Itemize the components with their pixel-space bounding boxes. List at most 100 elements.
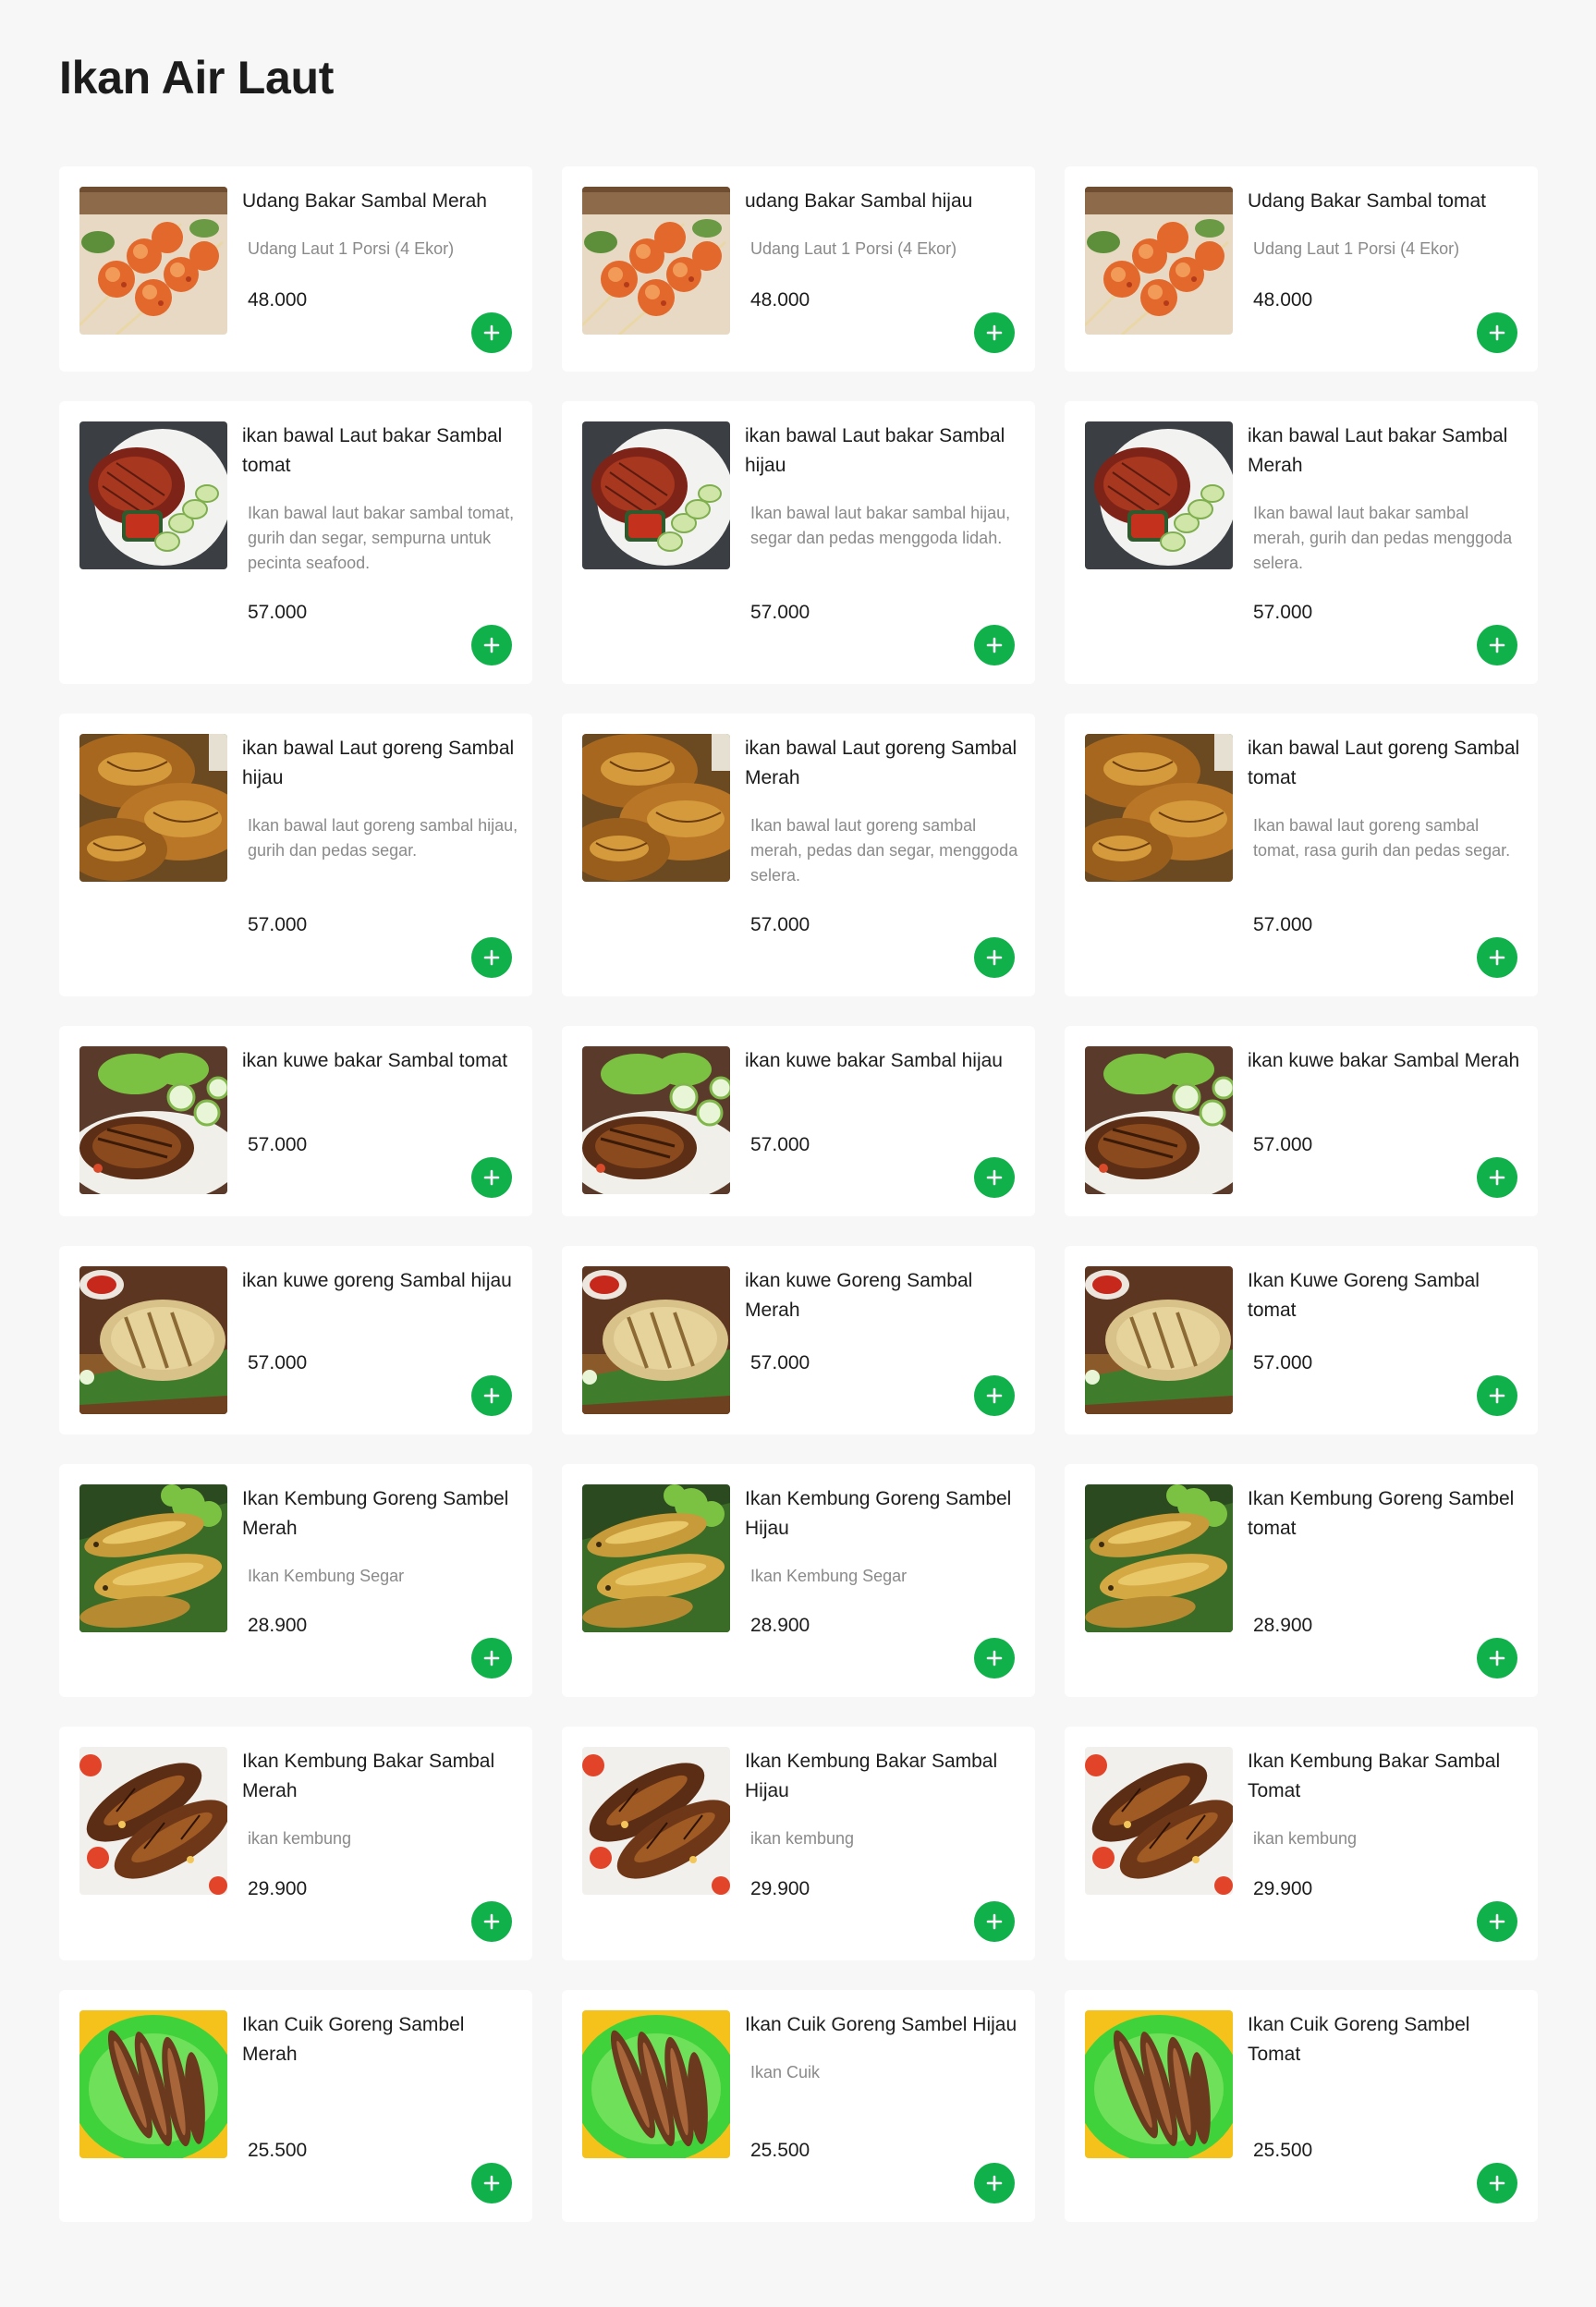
product-image[interactable]	[79, 734, 227, 882]
product-image[interactable]	[1085, 1484, 1233, 1632]
product-card[interactable]: ikan kuwe bakar Sambal Merah 57.000	[1065, 1026, 1538, 1216]
product-image[interactable]	[79, 1747, 227, 1895]
product-image[interactable]	[79, 1266, 227, 1414]
product-name: Ikan Kembung Bakar Sambal Tomat	[1248, 1751, 1501, 1801]
product-card[interactable]: Udang Bakar Sambal tomat Udang Laut 1 Po…	[1065, 166, 1538, 372]
product-card[interactable]: Ikan Kembung Bakar Sambal Tomat ikan kem…	[1065, 1727, 1538, 1960]
product-description: ikan kembung	[750, 1829, 855, 1848]
add-to-cart-button[interactable]	[471, 937, 512, 978]
product-card[interactable]: Ikan Cuik Goreng Sambel Hijau Ikan Cuik …	[562, 1990, 1035, 2222]
product-name: ikan bawal Laut bakar Sambal hijau	[745, 425, 1005, 476]
product-card[interactable]: Ikan Kembung Bakar Sambal Merah ikan kem…	[59, 1727, 532, 1960]
product-card[interactable]: Ikan Cuik Goreng Sambel Merah 25.500	[59, 1990, 532, 2222]
product-image[interactable]	[582, 1747, 730, 1895]
add-to-cart-button[interactable]	[974, 1375, 1015, 1416]
product-image[interactable]	[582, 421, 730, 569]
product-card[interactable]: ikan bawal Laut goreng Sambal hijau Ikan…	[59, 714, 532, 996]
add-to-cart-button[interactable]	[974, 625, 1015, 665]
product-price: 25.500	[1253, 2140, 1313, 2161]
product-price: 25.500	[248, 2140, 308, 2161]
add-to-cart-button[interactable]	[974, 1901, 1015, 1942]
add-to-cart-button[interactable]	[1477, 937, 1517, 978]
product-image[interactable]	[79, 2010, 227, 2158]
product-card[interactable]: Ikan Kembung Goreng Sambel Merah Ikan Ke…	[59, 1464, 532, 1697]
product-price: 29.900	[248, 1878, 308, 1899]
product-name: ikan bawal Laut goreng Sambal tomat	[1248, 738, 1520, 788]
add-to-cart-button[interactable]	[1477, 312, 1517, 353]
product-card[interactable]: ikan kuwe Goreng Sambal Merah 57.000	[562, 1246, 1035, 1434]
add-to-cart-button[interactable]	[471, 2163, 512, 2203]
product-card[interactable]: Ikan Kembung Goreng Sambel tomat 28.900	[1065, 1464, 1538, 1697]
product-image[interactable]	[1085, 734, 1233, 882]
add-to-cart-button[interactable]	[471, 1157, 512, 1198]
product-image[interactable]	[79, 187, 227, 335]
product-description: ikan kembung	[1253, 1829, 1358, 1848]
product-card[interactable]: ikan bawal Laut goreng Sambal Merah Ikan…	[562, 714, 1035, 996]
add-to-cart-button[interactable]	[974, 1638, 1015, 1678]
product-card[interactable]: udang Bakar Sambal hijau Udang Laut 1 Po…	[562, 166, 1035, 372]
product-price: 57.000	[248, 1134, 308, 1155]
product-image[interactable]	[582, 2010, 730, 2158]
product-card[interactable]: Ikan Kembung Bakar Sambal Hijau ikan kem…	[562, 1727, 1035, 1960]
product-image[interactable]	[1085, 2010, 1233, 2158]
add-to-cart-button[interactable]	[1477, 1638, 1517, 1678]
product-image[interactable]	[1085, 187, 1233, 335]
product-image[interactable]	[1085, 1266, 1233, 1414]
add-to-cart-button[interactable]	[1477, 1901, 1517, 1942]
product-price: 48.000	[750, 289, 810, 311]
product-image[interactable]	[79, 1046, 227, 1194]
product-image[interactable]	[582, 1046, 730, 1194]
product-image[interactable]	[79, 1484, 227, 1632]
product-name: Ikan Kembung Goreng Sambel Merah	[242, 1488, 509, 1539]
add-to-cart-button[interactable]	[471, 625, 512, 665]
plus-icon	[986, 1650, 1003, 1666]
product-card[interactable]: ikan bawal Laut bakar Sambal tomat Ikan …	[59, 401, 532, 684]
plus-icon	[483, 324, 500, 341]
product-card[interactable]: Ikan Kuwe Goreng Sambal tomat 57.000	[1065, 1246, 1538, 1434]
plus-icon	[1489, 324, 1505, 341]
product-card[interactable]: ikan kuwe bakar Sambal tomat 57.000	[59, 1026, 532, 1216]
product-description: ikan kembung	[248, 1829, 352, 1848]
add-to-cart-button[interactable]	[471, 312, 512, 353]
add-to-cart-button[interactable]	[974, 937, 1015, 978]
product-image[interactable]	[582, 1484, 730, 1632]
product-image[interactable]	[79, 421, 227, 569]
add-to-cart-button[interactable]	[1477, 625, 1517, 665]
add-to-cart-button[interactable]	[1477, 2163, 1517, 2203]
product-price: 57.000	[248, 602, 308, 623]
product-image[interactable]	[582, 1266, 730, 1414]
product-image[interactable]	[1085, 1747, 1233, 1895]
product-name: ikan kuwe bakar Sambal Merah	[1248, 1050, 1520, 1071]
fried-trevally-board-photo	[582, 1266, 730, 1414]
product-card[interactable]: ikan kuwe bakar Sambal hijau 57.000	[562, 1026, 1035, 1216]
add-to-cart-button[interactable]	[471, 1375, 512, 1416]
product-name: ikan bawal Laut bakar Sambal Merah	[1248, 425, 1508, 476]
shrimp-skewers-photo	[1085, 187, 1233, 335]
product-image[interactable]	[1085, 1046, 1233, 1194]
menu-page: Ikan Air Laut Udang Bakar Sambal Merah U…	[0, 0, 1596, 2222]
add-to-cart-button[interactable]	[974, 312, 1015, 353]
product-card[interactable]: ikan kuwe goreng Sambal hijau 57.000	[59, 1246, 532, 1434]
plus-icon	[1489, 2175, 1505, 2191]
add-to-cart-button[interactable]	[471, 1901, 512, 1942]
add-to-cart-button[interactable]	[471, 1638, 512, 1678]
product-card[interactable]: Ikan Cuik Goreng Sambel Tomat 25.500	[1065, 1990, 1538, 2222]
add-to-cart-button[interactable]	[974, 1157, 1015, 1198]
plus-icon	[986, 1913, 1003, 1930]
product-card[interactable]: Udang Bakar Sambal Merah Udang Laut 1 Po…	[59, 166, 532, 372]
product-price: 57.000	[1253, 914, 1313, 935]
product-card[interactable]: ikan bawal Laut bakar Sambal hijau Ikan …	[562, 401, 1035, 684]
add-to-cart-button[interactable]	[1477, 1375, 1517, 1416]
add-to-cart-button[interactable]	[1477, 1157, 1517, 1198]
product-image[interactable]	[582, 734, 730, 882]
product-card[interactable]: ikan bawal Laut goreng Sambal tomat Ikan…	[1065, 714, 1538, 996]
product-image[interactable]	[1085, 421, 1233, 569]
add-to-cart-button[interactable]	[974, 2163, 1015, 2203]
plus-icon	[1489, 1387, 1505, 1404]
product-price: 57.000	[1253, 602, 1313, 623]
product-price: 57.000	[248, 1352, 308, 1373]
plus-icon	[1489, 1650, 1505, 1666]
product-card[interactable]: Ikan Kembung Goreng Sambel Hijau Ikan Ke…	[562, 1464, 1035, 1697]
product-card[interactable]: ikan bawal Laut bakar Sambal Merah Ikan …	[1065, 401, 1538, 684]
product-image[interactable]	[582, 187, 730, 335]
